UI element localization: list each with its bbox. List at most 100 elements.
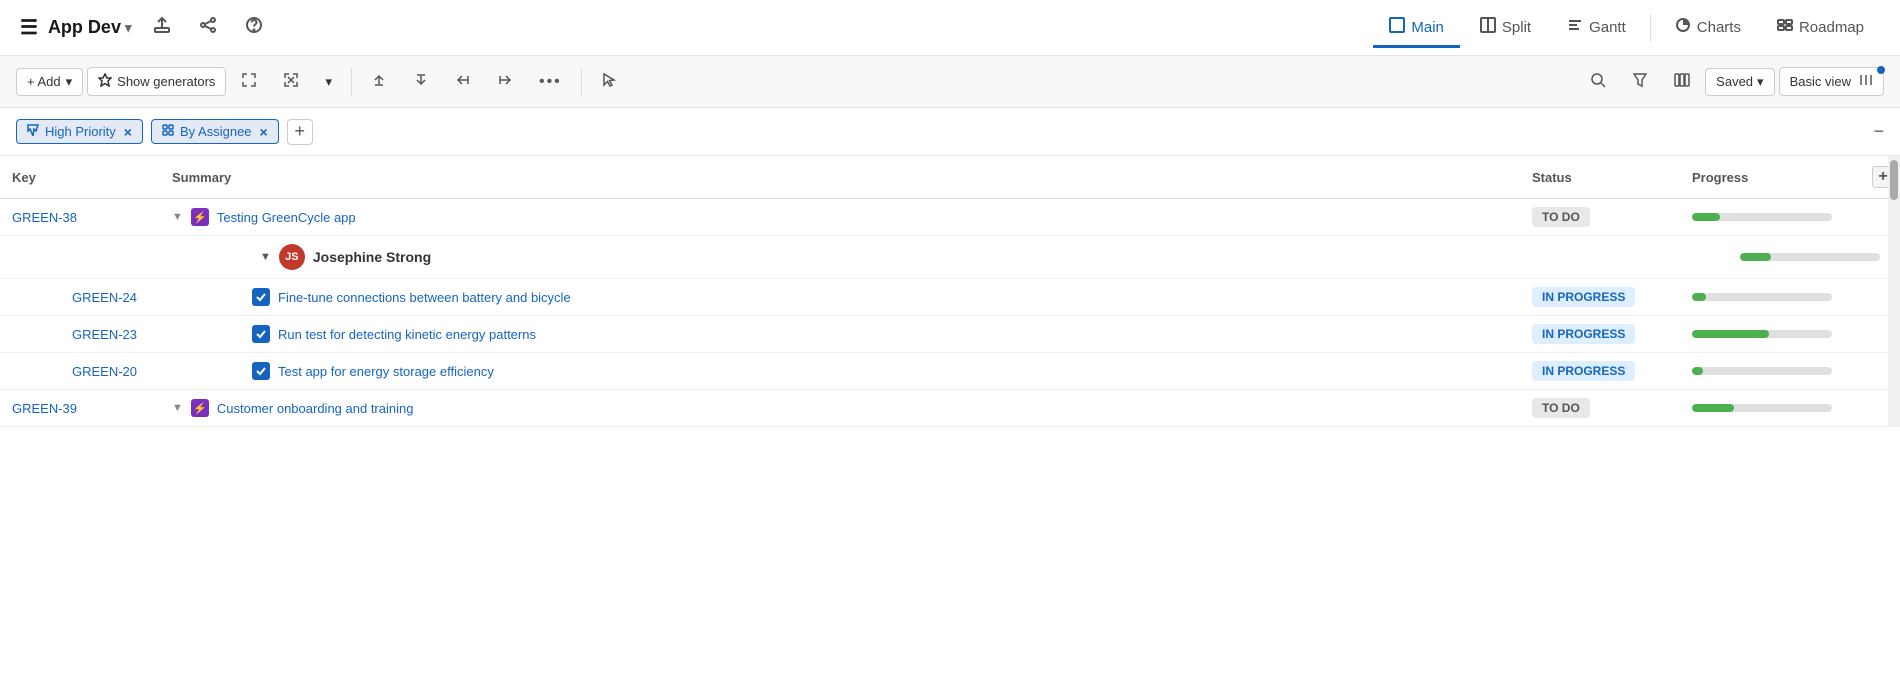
collapse-icon xyxy=(283,72,299,91)
show-generators-button[interactable]: Show generators xyxy=(87,67,226,96)
move-up-button[interactable] xyxy=(360,66,398,97)
search-button[interactable] xyxy=(1579,66,1617,97)
progress-bar-green39 xyxy=(1692,404,1832,412)
move-down-button[interactable] xyxy=(402,66,440,97)
filter-remove-high-priority[interactable]: × xyxy=(124,125,132,139)
app-title[interactable]: ☰ App Dev ▾ xyxy=(20,15,131,40)
task-icon-green23 xyxy=(252,325,270,343)
tab-split[interactable]: Split xyxy=(1464,9,1547,48)
show-generators-label: Show generators xyxy=(117,74,215,89)
status-badge-green23: IN PROGRESS xyxy=(1532,324,1635,344)
share-network-icon xyxy=(199,16,217,39)
add-button[interactable]: + Add ▾ xyxy=(16,68,83,96)
generator-icon xyxy=(98,73,112,90)
basic-view-button[interactable]: Basic view xyxy=(1779,67,1884,96)
help-button[interactable] xyxy=(239,12,269,43)
share-upload-button[interactable] xyxy=(147,12,177,43)
key-link-green38[interactable]: GREEN-38 xyxy=(12,210,77,225)
filter-button[interactable] xyxy=(1621,66,1659,97)
key-link-green23[interactable]: GREEN-23 xyxy=(12,327,137,342)
roadmap-tab-label: Roadmap xyxy=(1799,19,1864,36)
progress-bar-green23 xyxy=(1692,330,1832,338)
cell-key-josephine xyxy=(0,236,160,279)
status-badge-green24: IN PROGRESS xyxy=(1532,287,1635,307)
charts-tab-icon xyxy=(1675,17,1691,37)
progress-fill-green20 xyxy=(1692,367,1703,375)
cell-status-josephine xyxy=(1520,236,1680,279)
summary-text-green23[interactable]: Run test for detecting kinetic energy pa… xyxy=(278,327,536,342)
progress-fill-green24 xyxy=(1692,293,1706,301)
cell-status-green20: IN PROGRESS xyxy=(1520,353,1680,390)
status-badge-green20: IN PROGRESS xyxy=(1532,361,1635,381)
summary-text-green39[interactable]: Customer onboarding and training xyxy=(217,401,414,416)
indent-right-icon xyxy=(497,72,513,91)
tab-gantt[interactable]: Gantt xyxy=(1551,9,1642,48)
filter-chip-by-assignee[interactable]: By Assignee × xyxy=(151,119,279,144)
saved-button[interactable]: Saved ▾ xyxy=(1705,68,1774,96)
tab-charts[interactable]: Charts xyxy=(1659,9,1757,48)
split-tab-icon xyxy=(1480,17,1496,37)
chevron-icon-josephine[interactable]: ▼ xyxy=(260,251,271,263)
cursor-button[interactable] xyxy=(590,66,628,97)
table-container: Key Summary Status Progress + xyxy=(0,156,1900,427)
table-row: GREEN-24 Fine-tune connections between b… xyxy=(0,279,1900,316)
cell-summary-green23: Run test for detecting kinetic energy pa… xyxy=(160,316,1520,353)
scrollbar[interactable] xyxy=(1888,156,1900,427)
tab-roadmap[interactable]: Roadmap xyxy=(1761,9,1880,48)
col-header-progress: Progress xyxy=(1680,156,1860,199)
expand-button[interactable] xyxy=(230,66,268,97)
summary-text-green20[interactable]: Test app for energy storage efficiency xyxy=(278,364,494,379)
cell-summary-green39: ▼ ⚡ Customer onboarding and training xyxy=(160,390,1520,427)
chevron-icon-green39[interactable]: ▼ xyxy=(172,402,183,414)
summary-cell-green39: ▼ ⚡ Customer onboarding and training xyxy=(172,399,1508,417)
table-row: GREEN-38 ▼ ⚡ Testing GreenCycle app TO D… xyxy=(0,199,1900,236)
key-link-green24[interactable]: GREEN-24 xyxy=(12,290,137,305)
cell-key-green20: GREEN-20 xyxy=(0,353,160,390)
basic-view-dot xyxy=(1877,66,1885,74)
more-options-button[interactable]: ••• xyxy=(528,67,573,97)
search-icon xyxy=(1590,72,1606,91)
columns-icon xyxy=(1674,72,1690,91)
table-row: GREEN-39 ▼ ⚡ Customer onboarding and tra… xyxy=(0,390,1900,427)
columns-button[interactable] xyxy=(1663,66,1701,97)
assignee-name-josephine[interactable]: Josephine Strong xyxy=(313,249,431,265)
cell-summary-green38: ▼ ⚡ Testing GreenCycle app xyxy=(160,199,1520,236)
collapse-button[interactable] xyxy=(272,66,310,97)
progress-bar-green38 xyxy=(1692,213,1832,221)
charts-tab-label: Charts xyxy=(1697,19,1741,36)
cell-key-green39: GREEN-39 xyxy=(0,390,160,427)
basic-view-label: Basic view xyxy=(1790,74,1851,89)
cell-summary-green24: Fine-tune connections between battery an… xyxy=(160,279,1520,316)
key-link-green39[interactable]: GREEN-39 xyxy=(12,401,77,416)
filter-chip-high-priority[interactable]: High Priority × xyxy=(16,119,143,144)
move-up-icon xyxy=(371,72,387,91)
cell-progress-green23 xyxy=(1680,316,1860,353)
tab-main[interactable]: Main xyxy=(1373,9,1460,48)
summary-text-green24[interactable]: Fine-tune connections between battery an… xyxy=(278,290,571,305)
key-link-green20[interactable]: GREEN-20 xyxy=(12,364,137,379)
chevron-icon-green38[interactable]: ▼ xyxy=(172,211,183,223)
table-row: GREEN-20 Test app for energy storage eff… xyxy=(0,353,1900,390)
cell-progress-josephine xyxy=(1680,236,1860,279)
summary-text-green38[interactable]: Testing GreenCycle app xyxy=(217,210,356,225)
toolbar-right: Saved ▾ Basic view xyxy=(1579,66,1884,97)
scroll-thumb[interactable] xyxy=(1890,160,1898,200)
filter-add-button[interactable]: + xyxy=(287,119,313,145)
help-icon xyxy=(245,16,263,39)
filter-icon-assignee xyxy=(162,124,174,139)
table-row: ▼ JS Josephine Strong xyxy=(0,236,1900,279)
indent-right-button[interactable] xyxy=(486,66,524,97)
nav-left: ☰ App Dev ▾ xyxy=(20,12,269,43)
filter-label-by-assignee: By Assignee xyxy=(180,124,252,139)
expand-icon xyxy=(241,72,257,91)
collapse-arrow-icon: ▾ xyxy=(325,74,332,90)
cell-status-green24: IN PROGRESS xyxy=(1520,279,1680,316)
summary-cell-green24: Fine-tune connections between battery an… xyxy=(172,288,1508,306)
filter-remove-by-assignee[interactable]: × xyxy=(260,125,268,139)
task-icon-green39: ⚡ xyxy=(191,399,209,417)
cell-key-green23: GREEN-23 xyxy=(0,316,160,353)
indent-left-button[interactable] xyxy=(444,66,482,97)
share-network-button[interactable] xyxy=(193,12,223,43)
filter-collapse-button[interactable]: − xyxy=(1873,121,1884,142)
collapse-arrow-button[interactable]: ▾ xyxy=(314,68,343,96)
